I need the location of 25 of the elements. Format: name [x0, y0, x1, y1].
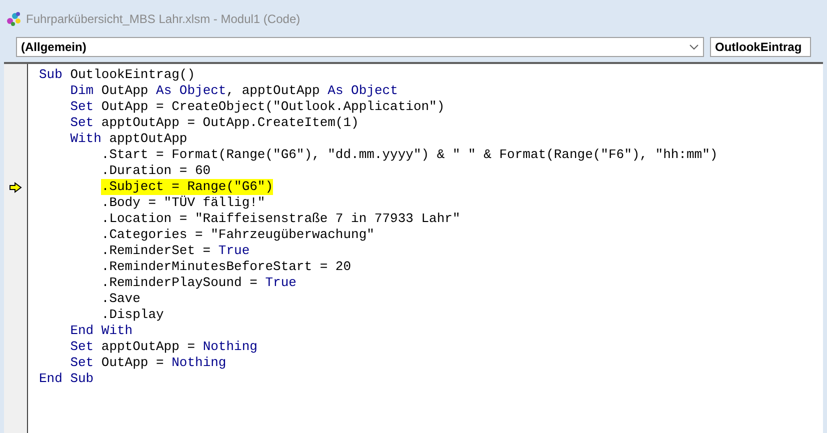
code-editor[interactable] [28, 64, 823, 433]
code-line: .Duration = 60 [101, 163, 211, 179]
chevron-down-icon [689, 44, 699, 50]
code-line: With apptOutApp [70, 131, 188, 147]
window-title: Fuhrparkübersicht_MBS Lahr.xlsm - Modul1 (Code) [26, 11, 300, 28]
code-line: .ReminderSet = True [101, 243, 250, 259]
procedure-dropdown[interactable]: OutlookEintrag [710, 37, 811, 57]
code-line: Set OutApp = CreateObject("Outlook.Application") [70, 99, 445, 115]
code-line: .Display [101, 307, 164, 323]
code-line: .Save [101, 291, 140, 307]
code-line: .Categories = "Fahrzeugüberwachung" [101, 227, 374, 243]
code-line: End Sub [39, 371, 94, 387]
code-line: .ReminderMinutesBeforeStart = 20 [101, 259, 352, 275]
code-line: .Location = "Raiffeisenstraße 7 in 77933 Lahr" [101, 211, 460, 227]
object-dropdown[interactable]: (Allgemein) [16, 37, 704, 57]
code-line: Set OutApp = Nothing [70, 355, 226, 371]
code-line: Sub OutlookEintrag() [39, 67, 196, 83]
code-line: End With [70, 323, 133, 339]
code-line: .ReminderPlaySound = True [101, 275, 296, 291]
code-line: Set apptOutApp = OutApp.CreateItem(1) [70, 115, 359, 131]
app-logo-icon [6, 11, 22, 27]
code-line: .Start = Format(Range("G6"), "dd.mm.yyyy") & " " & Format(Range("F6"), "hh:mm") [101, 147, 718, 163]
code-line: Dim OutApp As Object, apptOutApp As Object [70, 83, 398, 99]
code-line: .Body = "TÜV fällig!" [101, 195, 266, 211]
code-line: Set apptOutApp = Nothing [70, 339, 258, 355]
